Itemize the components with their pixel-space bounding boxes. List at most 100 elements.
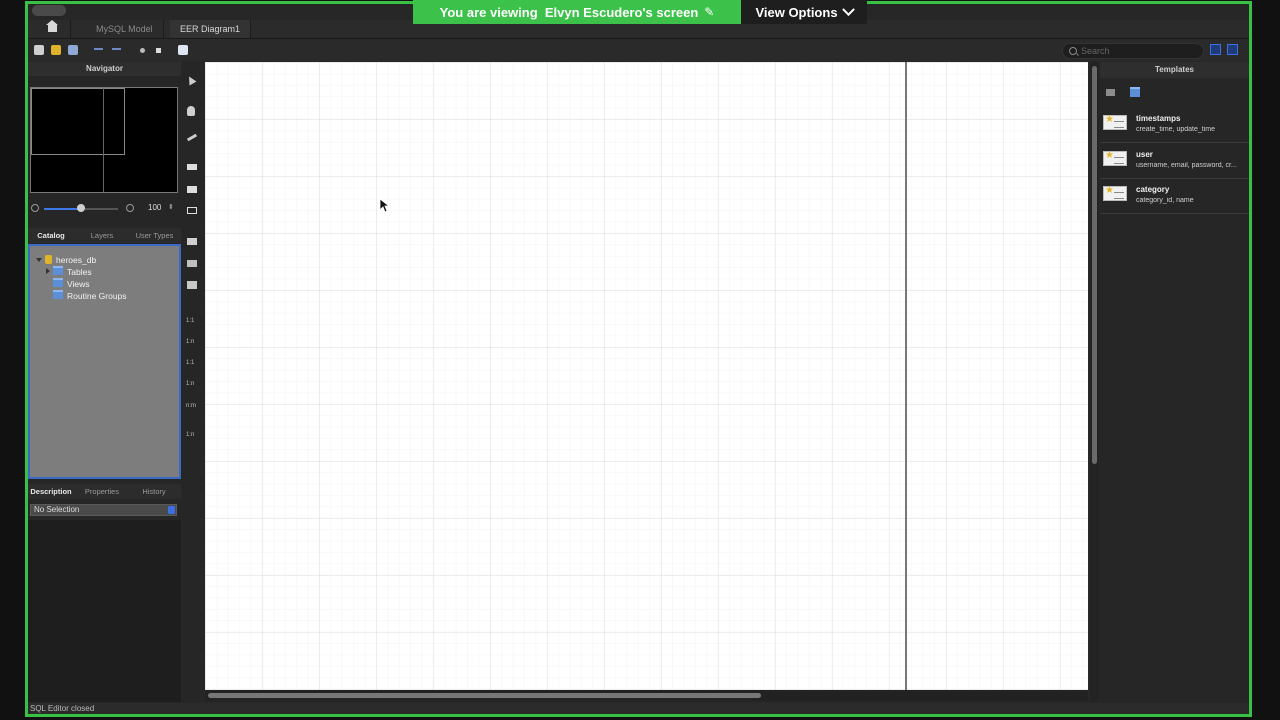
view-options-label: View Options — [755, 4, 838, 20]
tab-properties[interactable]: Properties — [78, 484, 126, 499]
table-tool-icon[interactable] — [187, 238, 197, 245]
toggle-sidebar-icon[interactable] — [1210, 44, 1221, 55]
view-tool-icon[interactable] — [187, 260, 197, 267]
templates-panel: Templates ★ timestamps create_time, upda… — [1100, 62, 1249, 702]
expand-down-icon[interactable] — [36, 258, 42, 262]
tree-item-label: Views — [67, 279, 90, 289]
export-icon[interactable] — [178, 45, 188, 55]
relation-n-m-tool[interactable]: n:m — [186, 403, 196, 409]
vertical-scrollbar[interactable] — [1090, 62, 1099, 702]
open-folder-icon[interactable] — [51, 45, 61, 55]
workbench-window: MySQL Model EER Diagram1 Navigator — [28, 4, 1251, 714]
pointer-tool-icon[interactable] — [185, 74, 197, 86]
eraser-tool-icon[interactable] — [186, 133, 198, 142]
vertical-scroll-thumb[interactable] — [1092, 66, 1097, 464]
view-options-button[interactable]: View Options — [741, 0, 867, 24]
selection-select[interactable]: No Selection — [30, 504, 177, 516]
catalog-tree: heroes_db Tables Views Routine Groups — [28, 244, 181, 479]
zoom-slider[interactable] — [44, 204, 118, 212]
template-item[interactable]: ★ category category_id, name — [1100, 179, 1249, 214]
zoom-in-icon[interactable] — [126, 204, 134, 212]
folder-icon — [53, 266, 63, 275]
layer-tool-icon[interactable] — [187, 164, 197, 170]
toggle-secondary-sidebar-icon[interactable] — [1227, 44, 1238, 55]
redo-icon[interactable] — [112, 48, 121, 54]
tab-user-types[interactable]: User Types — [128, 228, 181, 243]
window-controls[interactable] — [32, 5, 66, 16]
save-icon[interactable] — [68, 45, 78, 55]
navigator-viewport[interactable] — [31, 88, 125, 155]
zoom-stepper-icon[interactable]: ⬍ — [168, 203, 174, 211]
tab-description[interactable]: Description — [28, 484, 74, 499]
eer-diagram-canvas[interactable] — [205, 62, 1088, 690]
template-fields: category_id, name — [1136, 197, 1194, 204]
horizontal-scroll-thumb[interactable] — [208, 693, 761, 698]
tab-layers[interactable]: Layers — [78, 228, 126, 243]
folder-icon[interactable] — [1130, 87, 1140, 97]
tree-item-tables[interactable]: Tables — [46, 266, 92, 278]
relation-existing-columns-tool[interactable]: 1:n — [186, 432, 194, 438]
note-tool-icon[interactable] — [187, 186, 197, 193]
navigator-minimap[interactable] — [30, 87, 178, 193]
template-star-icon: ★ — [1103, 185, 1127, 201]
home-icon — [46, 20, 58, 32]
add-template-icon[interactable] — [1106, 89, 1115, 96]
template-item[interactable]: ★ user username, email, password, cr... — [1100, 144, 1249, 179]
routine-group-tool-icon[interactable] — [187, 281, 197, 289]
description-area[interactable] — [28, 520, 181, 702]
horizontal-scrollbar[interactable] — [205, 690, 1088, 701]
pen-icon: ✎ — [704, 5, 715, 19]
folder-icon — [53, 278, 63, 287]
zoom-slider-fill — [44, 208, 81, 210]
chevron-down-icon — [841, 2, 855, 16]
zoom-out-icon[interactable] — [31, 204, 39, 212]
database-icon — [45, 255, 52, 264]
zoom-control: 100 ⬍ — [28, 202, 181, 216]
tool-palette: 1:1 1:n 1:1 1:n n:m 1:n — [182, 62, 204, 702]
description-tabbar: Description Properties History — [28, 484, 181, 499]
selection-value: No Selection — [34, 505, 80, 514]
folder-icon — [53, 290, 63, 299]
relation-1-1-identifying-tool[interactable]: 1:1 — [186, 360, 194, 366]
share-banner-text: You are viewing Elvyn Escudero's screen — [439, 4, 699, 20]
zoom-slider-handle[interactable] — [77, 204, 85, 212]
expand-right-icon[interactable] — [46, 268, 50, 274]
toggle-grid-icon[interactable] — [140, 48, 145, 53]
template-fields: create_time, update_time — [1136, 126, 1215, 133]
template-star-icon: ★ — [1103, 150, 1127, 166]
relation-1-n-identifying-tool[interactable]: 1:n — [186, 381, 194, 387]
tree-item-database[interactable]: heroes_db — [36, 254, 96, 266]
tree-item-views[interactable]: Views — [53, 278, 90, 290]
page-boundary-line — [905, 62, 907, 690]
search-box[interactable] — [1062, 43, 1204, 59]
template-name: category — [1136, 185, 1170, 194]
tab-mysql-model[interactable]: MySQL Model — [86, 20, 164, 38]
screen-share-banner: You are viewing Elvyn Escudero's screen … — [413, 0, 741, 24]
tree-item-label: Routine Groups — [67, 291, 127, 301]
image-tool-icon[interactable] — [187, 207, 197, 214]
tree-item-label: Tables — [67, 267, 92, 277]
template-fields: username, email, password, cr... — [1136, 162, 1237, 169]
tree-item-routine-groups[interactable]: Routine Groups — [53, 290, 127, 302]
home-tab[interactable] — [38, 20, 71, 38]
tab-history[interactable]: History — [130, 484, 178, 499]
mouse-cursor-icon — [380, 199, 390, 213]
undo-icon[interactable] — [94, 48, 103, 54]
align-icon[interactable] — [156, 48, 161, 53]
relation-1-n-tool[interactable]: 1:n — [186, 339, 194, 345]
zoom-value[interactable]: 100 — [148, 203, 161, 212]
tab-catalog[interactable]: Catalog — [28, 228, 74, 243]
main-toolbar — [28, 39, 1249, 61]
hand-tool-icon[interactable] — [187, 106, 195, 116]
search-input[interactable] — [1081, 44, 1191, 58]
navigator-title: Navigator — [28, 62, 181, 76]
template-item[interactable]: ★ timestamps create_time, update_time — [1100, 108, 1249, 143]
new-document-icon[interactable] — [34, 45, 44, 55]
relation-1-1-tool[interactable]: 1:1 — [186, 318, 194, 324]
status-bar: SQL Editor closed — [28, 703, 1251, 714]
search-icon — [1069, 47, 1077, 55]
tab-eer-diagram[interactable]: EER Diagram1 — [170, 20, 252, 38]
template-name: user — [1136, 150, 1153, 159]
tree-item-label: heroes_db — [56, 255, 97, 265]
catalog-tabbar: Catalog Layers User Types — [28, 228, 181, 243]
